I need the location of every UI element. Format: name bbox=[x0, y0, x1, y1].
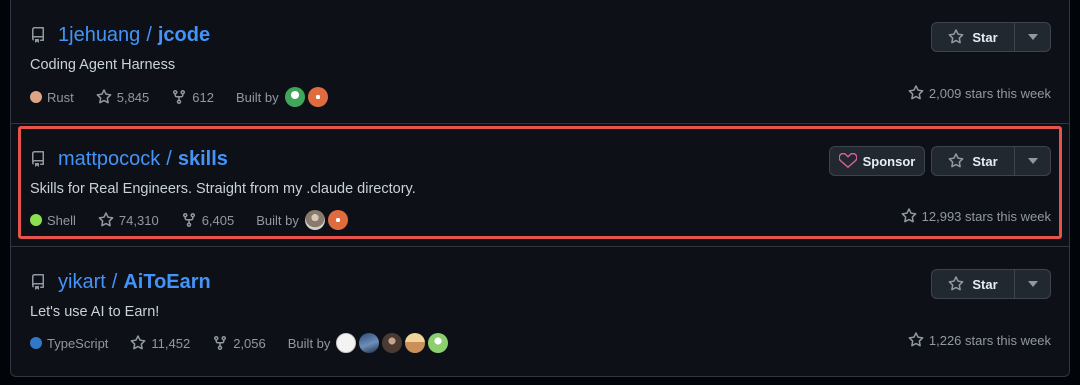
star-button-label: Star bbox=[972, 29, 998, 45]
repo-meta: TypeScript 11,452 2,056 Built by bbox=[30, 333, 451, 353]
built-by-label: Built by bbox=[287, 335, 331, 351]
repo-owner[interactable]: yikart bbox=[58, 271, 106, 294]
star-icon bbox=[908, 85, 924, 100]
slash: / bbox=[111, 271, 118, 293]
highlight-box bbox=[18, 126, 1062, 239]
weekly-stars-text: 2,009 stars this week bbox=[928, 85, 1051, 101]
trending-repo-list: 1jehuang / jcode Coding Agent Harness Ru… bbox=[10, 0, 1070, 377]
language: Rust bbox=[30, 90, 74, 105]
repo-title-link[interactable]: 1jehuang / jcode bbox=[30, 24, 210, 47]
repo-row: yikart / AiToEarn Let's use AI to Earn! … bbox=[11, 247, 1069, 375]
caret-down-icon bbox=[1027, 281, 1038, 287]
weekly-stars: 1,226 stars this week bbox=[908, 332, 1051, 348]
fork-icon bbox=[173, 90, 186, 105]
repo-description: Coding Agent Harness bbox=[30, 57, 176, 73]
star-button[interactable]: Star bbox=[932, 270, 1015, 298]
forks-link[interactable]: 2,056 bbox=[212, 335, 266, 351]
repo-name[interactable]: AiToEarn bbox=[123, 271, 210, 294]
avatar-green-light[interactable] bbox=[428, 333, 449, 353]
star-list-dropdown[interactable] bbox=[1015, 23, 1050, 51]
language-name: TypeScript bbox=[47, 335, 109, 351]
stargazers-link[interactable]: 11,452 bbox=[130, 335, 190, 351]
avatar-tan[interactable] bbox=[405, 333, 426, 353]
avatar-white[interactable] bbox=[336, 333, 357, 353]
avatar-blue-scene[interactable] bbox=[359, 333, 380, 353]
avatar-green[interactable] bbox=[284, 87, 305, 107]
repo-name[interactable]: jcode bbox=[158, 24, 210, 47]
slash: / bbox=[146, 24, 152, 46]
star-count: 5,845 bbox=[116, 89, 150, 105]
fork-icon bbox=[214, 336, 227, 351]
language: TypeScript bbox=[30, 336, 108, 351]
repo-owner[interactable]: 1jehuang bbox=[58, 24, 140, 47]
star-list-dropdown[interactable] bbox=[1015, 270, 1050, 298]
star-icon bbox=[948, 29, 964, 44]
avatar-person-dark[interactable] bbox=[382, 333, 403, 353]
weekly-stars-text: 1,226 stars this week bbox=[928, 332, 1051, 348]
avatar-orange-burst[interactable] bbox=[307, 87, 328, 107]
fork-count: 612 bbox=[192, 89, 214, 105]
repo-description: Let's use AI to Earn! bbox=[30, 304, 160, 320]
repo-title-link[interactable]: yikart / AiToEarn bbox=[30, 271, 211, 294]
repo-icon bbox=[30, 273, 48, 292]
forks-link[interactable]: 612 bbox=[171, 89, 214, 105]
built-by: Built by bbox=[236, 87, 331, 107]
stargazers-link[interactable]: 5,845 bbox=[96, 89, 150, 105]
star-button[interactable]: Star bbox=[932, 23, 1015, 51]
star-button-label: Star bbox=[972, 276, 998, 292]
repo-icon bbox=[30, 26, 48, 45]
built-by-label: Built by bbox=[235, 89, 279, 105]
star-icon bbox=[96, 89, 112, 104]
repo-row: 1jehuang / jcode Coding Agent Harness Ru… bbox=[11, 0, 1069, 123]
language-color-dot bbox=[30, 91, 42, 103]
weekly-stars: 2,009 stars this week bbox=[908, 85, 1051, 101]
star-icon bbox=[908, 332, 924, 347]
caret-down-icon bbox=[1027, 34, 1038, 40]
star-button-group: Star bbox=[931, 269, 1051, 299]
language-color-dot bbox=[30, 337, 42, 349]
star-icon bbox=[948, 276, 964, 291]
language-name: Rust bbox=[47, 89, 74, 105]
star-button-group: Star bbox=[931, 22, 1051, 52]
built-by: Built by bbox=[288, 333, 452, 353]
star-icon bbox=[131, 335, 146, 350]
fork-count: 2,056 bbox=[233, 335, 266, 351]
star-count: 11,452 bbox=[151, 335, 191, 351]
repo-meta: Rust 5,845 612 Built by bbox=[30, 87, 331, 107]
